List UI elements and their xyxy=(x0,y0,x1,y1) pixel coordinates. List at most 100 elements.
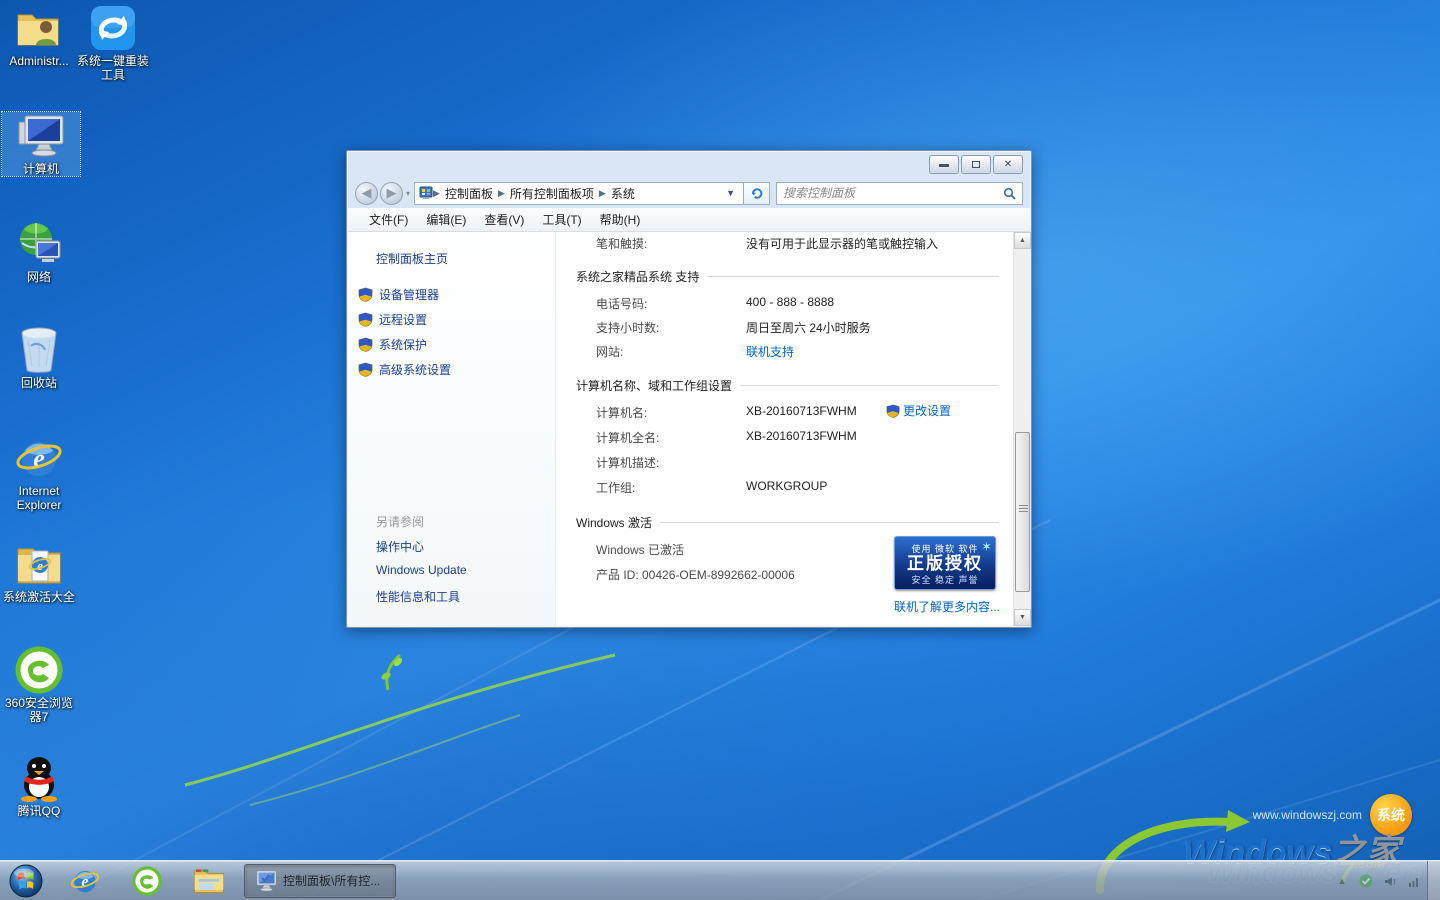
breadcrumb-separator-icon: ▶ xyxy=(433,188,440,199)
system-tray: ▲ xyxy=(1334,861,1422,900)
maximize-button[interactable] xyxy=(961,155,991,174)
desktop-icon-reinstall-tool[interactable]: 系统一键重装工具 xyxy=(74,4,152,82)
internet-explorer-icon: e xyxy=(70,866,100,896)
computer-icon xyxy=(253,870,277,892)
breadcrumb-separator-icon[interactable]: ▶ xyxy=(599,188,606,199)
refresh-icon xyxy=(750,186,764,200)
breadcrumb-item-system[interactable]: 系统 xyxy=(606,185,640,202)
desktop: Administr... 系统一键重装工具 计算机 网络 回收站 e Inter… xyxy=(0,0,1440,900)
scrollbar-thumb[interactable] xyxy=(1015,432,1030,592)
watermark-url: www.windowszj.com xyxy=(1253,808,1362,822)
network-icon xyxy=(15,220,63,268)
show-desktop-button[interactable] xyxy=(1427,861,1440,900)
back-button[interactable]: ◀ xyxy=(355,182,378,205)
computer-icon xyxy=(17,112,65,160)
close-button[interactable]: ✕ xyxy=(993,155,1023,174)
tray-expand-icon[interactable]: ▲ xyxy=(1334,873,1350,889)
menu-help[interactable]: 帮助(H) xyxy=(591,208,650,231)
recent-pages-chevron-icon[interactable]: ▾ xyxy=(406,189,410,198)
tray-security-check-icon[interactable] xyxy=(1358,873,1374,889)
vertical-scrollbar[interactable]: ▲ ▼ xyxy=(1013,232,1030,626)
breadcrumb-dropdown-icon[interactable]: ▼ xyxy=(722,188,739,198)
workgroup-label: 工作组: xyxy=(596,479,635,496)
breadcrumb-item-control-panel[interactable]: 控制面板 xyxy=(440,185,498,202)
360-browser-icon xyxy=(132,866,162,896)
taskbar-360-browser-button[interactable] xyxy=(128,864,166,898)
recycle-bin-icon xyxy=(15,326,63,374)
online-support-link[interactable]: 联机支持 xyxy=(746,343,794,360)
desktop-icon-360-browser[interactable]: 360安全浏览器7 xyxy=(0,646,78,724)
tray-network-icon[interactable] xyxy=(1406,873,1422,889)
desktop-icon-label: 网络 xyxy=(0,270,78,284)
maximize-icon xyxy=(972,161,980,168)
change-settings-link[interactable]: 更改设置 xyxy=(886,402,951,419)
uac-shield-icon xyxy=(358,362,373,377)
breadcrumb-item-all-items[interactable]: 所有控制面板项 xyxy=(505,185,599,202)
scroll-up-arrow[interactable]: ▲ xyxy=(1014,232,1031,249)
desktop-icon-internet-explorer[interactable]: e Internet Explorer xyxy=(0,434,78,512)
scroll-down-arrow[interactable]: ▼ xyxy=(1014,609,1031,626)
phone-label: 电话号码: xyxy=(596,295,647,312)
sidebar-item-remote-settings[interactable]: 远程设置 xyxy=(358,311,427,328)
sidebar-item-system-protection[interactable]: 系统保护 xyxy=(358,336,427,353)
taskbar-active-task-control-panel[interactable]: 控制面板\所有控... xyxy=(244,864,396,898)
menu-file[interactable]: 文件(F) xyxy=(360,208,417,231)
desktop-icon-activation-folder[interactable]: e 系统激活大全 xyxy=(0,540,78,604)
website-label: 网站: xyxy=(596,343,623,360)
search-icon[interactable] xyxy=(1003,187,1016,200)
uac-shield-icon xyxy=(358,312,373,327)
desktop-icon-qq[interactable]: 腾讯QQ xyxy=(0,754,78,818)
breadcrumb[interactable]: ▶ 控制面板 ▶ 所有控制面板项 ▶ 系统 ▼ xyxy=(414,182,744,205)
sidebar-item-device-manager[interactable]: 设备管理器 xyxy=(358,286,439,303)
sidebar-item-performance-tools[interactable]: 性能信息和工具 xyxy=(376,588,460,605)
star-icon: ✶ xyxy=(981,539,992,555)
window-caption-buttons: ▬ ✕ xyxy=(929,155,1023,174)
sidebar-item-action-center[interactable]: 操作中心 xyxy=(376,538,424,555)
uac-shield-icon xyxy=(358,337,373,352)
breadcrumb-separator-icon[interactable]: ▶ xyxy=(498,188,505,199)
desktop-icon-label: 计算机 xyxy=(2,162,80,176)
desktop-icon-network[interactable]: 网络 xyxy=(0,220,78,284)
learn-more-online-link[interactable]: 联机了解更多内容... xyxy=(894,598,1000,615)
window-body: 控制面板主页 设备管理器 远程设置 系统保护 高级系统设置 另请参阅 xyxy=(348,232,1030,626)
scrollbar-grip-icon xyxy=(1019,508,1028,509)
taskbar-internet-explorer-button[interactable]: e xyxy=(66,864,104,898)
desktop-icon-recycle-bin[interactable]: 回收站 xyxy=(0,326,78,390)
forward-button[interactable]: ▶ xyxy=(380,182,403,205)
see-also-header: 另请参阅 xyxy=(376,513,424,530)
sidebar-item-windows-update[interactable]: Windows Update xyxy=(376,563,467,577)
sidebar: 控制面板主页 设备管理器 远程设置 系统保护 高级系统设置 另请参阅 xyxy=(348,232,556,626)
hours-value: 周日至周六 24小时服务 xyxy=(746,319,871,336)
sidebar-item-control-panel-home[interactable]: 控制面板主页 xyxy=(376,250,448,267)
reinstall-tool-icon xyxy=(89,4,137,52)
desktop-icon-label: 系统激活大全 xyxy=(0,590,78,604)
desktop-icon-label: 腾讯QQ xyxy=(0,804,78,818)
folder-icon xyxy=(193,868,225,894)
qq-penguin-icon xyxy=(15,754,63,802)
active-task-label: 控制面板\所有控... xyxy=(283,872,380,889)
phone-value: 400 - 888 - 8888 xyxy=(746,295,834,309)
system-control-panel-window: ▬ ✕ ◀ ▶ ▾ ▶ 控制面板 ▶ 所有控制面板项 ▶ 系统 ▼ xyxy=(346,150,1032,628)
sidebar-item-advanced-settings[interactable]: 高级系统设置 xyxy=(358,361,451,378)
desktop-icon-label: 回收站 xyxy=(0,376,78,390)
tray-volume-icon[interactable] xyxy=(1382,873,1398,889)
start-button[interactable] xyxy=(6,863,46,899)
full-name-value: XB-20160713FWHM xyxy=(746,429,857,443)
activation-section-header: Windows 激活 xyxy=(576,514,999,531)
refresh-button[interactable] xyxy=(744,182,770,205)
desktop-icon-computer[interactable]: 计算机 xyxy=(2,112,80,176)
workgroup-value: WORKGROUP xyxy=(746,479,827,493)
menu-tools[interactable]: 工具(T) xyxy=(533,208,590,231)
description-label: 计算机描述: xyxy=(596,454,659,471)
search-input[interactable] xyxy=(783,186,1003,200)
user-folder-icon xyxy=(15,4,63,52)
menu-view[interactable]: 查看(V) xyxy=(475,208,533,231)
taskbar-explorer-button[interactable] xyxy=(190,864,228,898)
activation-status: Windows 已激活 xyxy=(596,541,684,558)
desktop-icon-administrator[interactable]: Administr... xyxy=(0,4,78,68)
genuine-microsoft-badge[interactable]: ✶ 使用 微软 软件 正版授权 安全 稳定 声誉 xyxy=(894,536,996,590)
desktop-icon-label: Administr... xyxy=(0,54,78,68)
minimize-button[interactable]: ▬ xyxy=(929,155,959,174)
menu-edit[interactable]: 编辑(E) xyxy=(417,208,475,231)
hours-label: 支持小时数: xyxy=(596,319,659,336)
